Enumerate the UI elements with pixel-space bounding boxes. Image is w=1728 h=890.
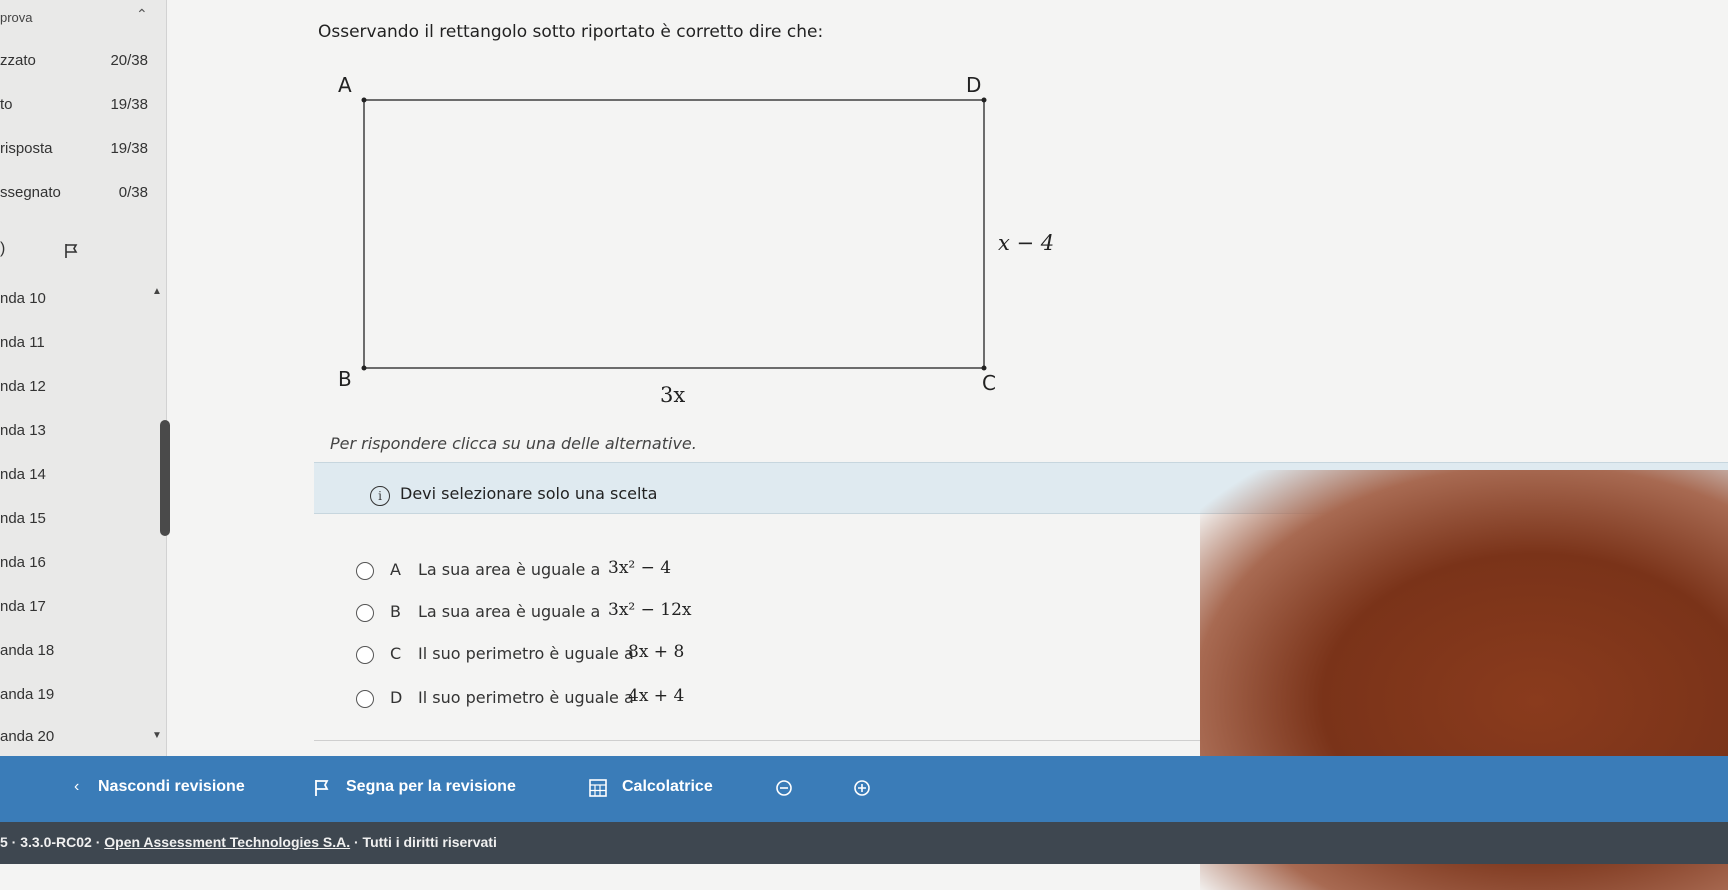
info-text: Devi selezionare solo una scelta	[400, 484, 658, 503]
flag-icon[interactable]	[312, 778, 332, 798]
answer-option-a[interactable]: A La sua area è uguale a 3x² − 4	[356, 558, 956, 588]
question-list-item[interactable]: nda 16	[0, 554, 150, 576]
answer-option-d[interactable]: D Il suo perimetro è uguale a 4x + 4	[356, 686, 956, 716]
option-text: Il suo perimetro è uguale a	[418, 644, 634, 663]
calculator-button[interactable]: Calcolatrice	[622, 778, 713, 802]
flag-icon[interactable]	[62, 242, 80, 260]
option-letter: A	[390, 560, 401, 579]
stat-label: to	[0, 96, 13, 113]
question-list-item[interactable]: nda 14	[0, 466, 150, 488]
radio-button[interactable]	[356, 690, 374, 708]
question-list-item[interactable]: nda 11	[0, 334, 150, 356]
stat-row: zzato 20/38	[0, 52, 160, 74]
option-math: 8x + 8	[628, 642, 685, 662]
vertex-point	[981, 365, 987, 371]
sidebar-tools: )	[0, 240, 160, 264]
question-list-item[interactable]: nda 15	[0, 510, 150, 532]
footer-text: 5 · 3.3.0-RC02 · Open Assessment Technol…	[0, 834, 497, 850]
radio-button[interactable]	[356, 646, 374, 664]
vertex-label-b: B	[338, 367, 352, 391]
stat-value: 19/38	[110, 140, 148, 157]
stat-value: 20/38	[110, 52, 148, 69]
sidebar: prova ⌃ zzato 20/38 to 19/38 risposta 19…	[0, 0, 170, 760]
option-letter: B	[390, 602, 401, 621]
info-icon: i	[370, 486, 390, 506]
question-list-item[interactable]: nda 17	[0, 598, 150, 620]
question-list-item[interactable]: anda 19	[0, 686, 150, 708]
rectangle-diagram: A D B C x − 4 3x	[338, 73, 1054, 407]
option-letter: C	[390, 644, 402, 663]
footer-version: 5 · 3.3.0-RC02 ·	[0, 834, 105, 850]
option-math: 3x² − 4	[608, 558, 672, 578]
sidebar-tool-text[interactable]: )	[0, 240, 5, 258]
vertex-label-c: C	[982, 371, 996, 395]
rectangle-shape	[363, 99, 985, 369]
option-text: Il suo perimetro è uguale a	[418, 688, 634, 707]
side-label-bottom: 3x	[660, 383, 685, 407]
calculator-icon[interactable]	[588, 778, 608, 798]
hide-review-button[interactable]: Nascondi revisione	[98, 778, 245, 802]
side-label-right: x − 4	[998, 231, 1054, 255]
radio-button[interactable]	[356, 562, 374, 580]
chevron-up-icon[interactable]: ⌃	[136, 6, 148, 23]
stat-value: 19/38	[110, 96, 148, 113]
mark-review-button[interactable]: Segna per la revisione	[346, 778, 516, 802]
question-list-item[interactable]: nda 10	[0, 290, 150, 312]
question-list-item[interactable]: anda 20	[0, 728, 150, 750]
vertex-point	[361, 365, 367, 371]
stat-label: zzato	[0, 52, 36, 69]
question-list-item[interactable]: nda 12	[0, 378, 150, 400]
answer-option-c[interactable]: C Il suo perimetro è uguale a 8x + 8	[356, 642, 956, 672]
option-text: La sua area è uguale a	[418, 602, 601, 621]
stat-row: risposta 19/38	[0, 140, 160, 162]
sidebar-title: prova	[0, 10, 33, 25]
footer-rights: · Tutti i diritti riservati	[350, 834, 497, 850]
stat-label: risposta	[0, 140, 53, 157]
stat-value: 0/38	[118, 184, 148, 201]
footer-link[interactable]: Open Assessment Technologies S.A.	[104, 834, 350, 850]
footer: 5 · 3.3.0-RC02 · Open Assessment Technol…	[0, 822, 1728, 864]
option-letter: D	[390, 688, 403, 707]
scroll-up-icon[interactable]: ▲	[152, 286, 162, 297]
vertex-point	[361, 97, 367, 103]
zoom-out-icon[interactable]	[774, 778, 794, 798]
question-list-item[interactable]: nda 13	[0, 422, 150, 444]
vertex-point	[981, 97, 987, 103]
vertex-label-a: A	[338, 73, 352, 97]
option-text: La sua area è uguale a	[418, 560, 601, 579]
scroll-down-icon[interactable]: ▼	[152, 730, 162, 741]
stat-label: ssegnato	[0, 184, 61, 201]
radio-button[interactable]	[356, 604, 374, 622]
option-math: 4x + 4	[628, 686, 685, 706]
option-math: 3x² − 12x	[608, 600, 692, 620]
stat-row: to 19/38	[0, 96, 160, 118]
zoom-in-icon[interactable]	[852, 778, 872, 798]
bottom-toolbar: ‹ Nascondi revisione Segna per la revisi…	[0, 756, 1728, 822]
chevron-left-icon[interactable]: ‹	[74, 778, 94, 798]
question-list-item[interactable]: anda 18	[0, 642, 150, 664]
vertex-label-d: D	[966, 73, 981, 97]
stat-row: ssegnato 0/38	[0, 184, 160, 206]
instruction-text: Per rispondere clicca su una delle alter…	[330, 434, 697, 453]
answer-option-b[interactable]: B La sua area è uguale a 3x² − 12x	[356, 600, 956, 630]
